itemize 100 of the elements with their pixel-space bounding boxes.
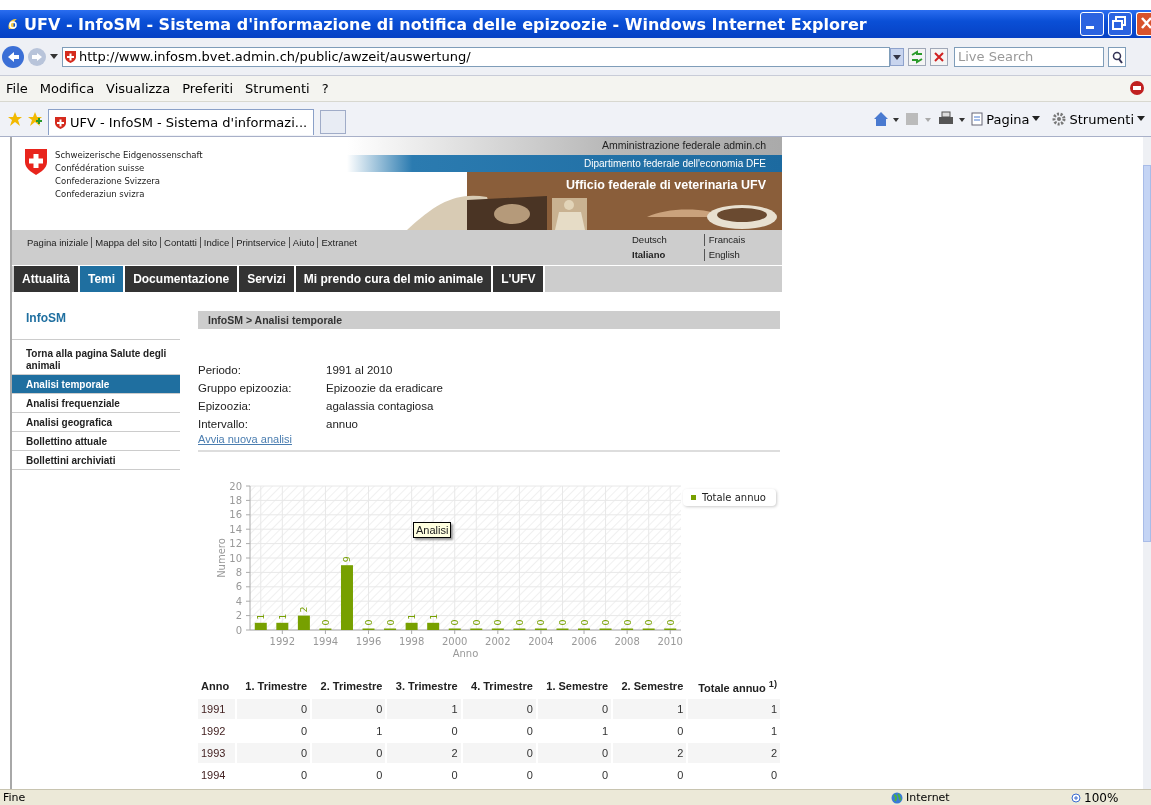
column-header: 2. Trimestre bbox=[319, 678, 384, 694]
breadcrumb: InfoSM > Analisi temporale bbox=[198, 311, 780, 329]
table-cell: 0 bbox=[462, 742, 536, 763]
data-label: 0 bbox=[643, 619, 655, 626]
menu-item[interactable]: Strumenti bbox=[245, 81, 310, 96]
department-title: Dipartimento federale dell'economia DFE bbox=[347, 155, 782, 172]
plugin-icon[interactable] bbox=[1129, 80, 1145, 96]
home-icon[interactable] bbox=[873, 111, 900, 127]
office-title: Ufficio federale di veterinaria UFV bbox=[565, 178, 766, 192]
sidebar-item[interactable]: Analisi geografica bbox=[12, 413, 180, 432]
printer-icon[interactable] bbox=[937, 111, 966, 127]
sidebar-item[interactable]: Analisi temporale bbox=[12, 375, 180, 394]
federation-name: Confederaziun svizra bbox=[55, 188, 146, 201]
page-menu[interactable]: Pagina bbox=[971, 111, 1041, 127]
scrollbar[interactable] bbox=[1143, 137, 1151, 789]
nav-tab[interactable]: Documentazione bbox=[125, 266, 240, 292]
sidebar-item[interactable]: Bollettino attuale bbox=[12, 432, 180, 451]
data-label: 1 bbox=[276, 613, 288, 620]
service-link[interactable]: Indice bbox=[200, 236, 234, 248]
table-cell-text: 0 bbox=[600, 767, 610, 783]
data-label: 2 bbox=[298, 606, 310, 613]
data-label: 0 bbox=[492, 619, 504, 626]
address-field[interactable]: http://www.infosm.bvet.admin.ch/public/awzeit/auswertung/ bbox=[62, 46, 890, 67]
service-link[interactable]: Extranet bbox=[318, 236, 360, 248]
star-icon[interactable] bbox=[8, 112, 22, 126]
table-cell: 0 bbox=[312, 742, 386, 763]
data-label: 9 bbox=[341, 556, 353, 563]
menu-item[interactable]: Modifica bbox=[39, 81, 95, 96]
table-cell: 0 bbox=[236, 698, 311, 719]
nav-tab[interactable]: L'UFV bbox=[493, 266, 546, 292]
dropdown-button[interactable] bbox=[890, 47, 904, 66]
zoom-control[interactable]: 100% bbox=[1071, 790, 1119, 805]
search-button[interactable] bbox=[1108, 46, 1126, 67]
table-cell: 0 bbox=[312, 698, 386, 719]
menu-item[interactable]: ? bbox=[321, 81, 329, 96]
table-cell-text: 0 bbox=[676, 767, 685, 783]
axis-tick-label: 2006 bbox=[571, 636, 597, 647]
minimize-button[interactable] bbox=[1080, 12, 1104, 36]
menu-item[interactable]: File bbox=[6, 81, 28, 96]
caret-icon bbox=[1137, 116, 1145, 122]
field-value: agalassia contagiosa bbox=[326, 399, 435, 414]
table-cell: 1993 bbox=[198, 742, 235, 763]
table-cell-text: 0 bbox=[769, 767, 778, 783]
data-label: 0 bbox=[664, 619, 676, 626]
data-label: 1 bbox=[255, 613, 267, 620]
sidebar-item[interactable]: Analisi frequenziale bbox=[12, 394, 180, 413]
add-favorite-icon[interactable] bbox=[28, 112, 42, 126]
new-analysis-link[interactable]: Avvia nuova analisi bbox=[198, 433, 292, 445]
history-caret-icon[interactable] bbox=[50, 53, 58, 60]
service-link[interactable]: Pagina iniziale bbox=[27, 236, 93, 248]
language-link[interactable]: English bbox=[704, 249, 782, 261]
service-link[interactable]: Printservice bbox=[233, 236, 290, 248]
column-header: Totale annuo $^{1)}$ bbox=[697, 678, 778, 696]
axis-tick-label: 1992 bbox=[269, 636, 296, 647]
swiss-cross-logo bbox=[25, 149, 47, 175]
tools-menu[interactable]: Strumenti bbox=[1052, 111, 1145, 127]
browser-tab[interactable]: UFV - InfoSM - Sistema d'informazi... bbox=[48, 109, 315, 135]
search-field[interactable]: Live Search bbox=[954, 46, 1104, 67]
axis-tick-label: 2 bbox=[235, 610, 242, 622]
sidebar-title: InfoSM bbox=[12, 311, 180, 340]
data-label: 0 bbox=[363, 619, 374, 626]
menu-item[interactable]: Preferiti bbox=[182, 81, 234, 96]
browser-logo-icon bbox=[6, 16, 20, 32]
back-button[interactable] bbox=[2, 45, 24, 68]
table-cell: 0 bbox=[537, 698, 612, 719]
data-label: 0 bbox=[556, 619, 568, 626]
table-cell: 1 bbox=[688, 698, 780, 719]
data-label: 0 bbox=[578, 619, 590, 626]
page-icon bbox=[971, 112, 984, 126]
table-cell: 0 bbox=[236, 742, 311, 763]
table-cell: 1 bbox=[613, 698, 687, 719]
service-link[interactable]: Aiuto bbox=[289, 236, 319, 248]
language-link[interactable]: Italiano bbox=[632, 249, 705, 261]
data-label: 0 bbox=[384, 619, 396, 626]
bar bbox=[276, 622, 289, 630]
nav-tab[interactable]: Attualità bbox=[14, 266, 80, 292]
table-cell-text: 0 bbox=[450, 723, 459, 739]
nav-tab[interactable]: Temi bbox=[80, 266, 126, 292]
close-button[interactable] bbox=[1136, 12, 1151, 36]
sidebar-item[interactable]: Bollettini archiviati bbox=[12, 451, 180, 470]
menu-item[interactable]: Visualizza bbox=[106, 81, 171, 96]
field-label: Epizoozia: bbox=[198, 399, 253, 414]
table-cell-text: 0 bbox=[299, 767, 309, 783]
scrollbar-thumb[interactable] bbox=[1143, 165, 1151, 542]
nav-tab[interactable]: Mi prendo cura del mio animale bbox=[295, 266, 494, 292]
service-link[interactable]: Contatti bbox=[161, 236, 201, 248]
stop-button[interactable] bbox=[930, 47, 948, 66]
language-link[interactable]: Deutsch bbox=[632, 234, 705, 246]
bar bbox=[254, 622, 267, 630]
axis-tick-label: 2002 bbox=[485, 636, 511, 647]
axis-tick-label: 0 bbox=[235, 624, 242, 636]
maximize-button[interactable] bbox=[1108, 12, 1132, 36]
refresh-icon bbox=[909, 48, 925, 65]
window-title: UFV - InfoSM - Sistema d'informazione di notifica delle epizoozie - Windows Internet Explorer bbox=[24, 14, 868, 34]
table-cell-text: 1 bbox=[769, 723, 778, 739]
nav-tab[interactable]: Servizi bbox=[239, 266, 296, 292]
zoom-icon bbox=[1071, 792, 1081, 803]
federation-name: Schweizerische Eidgenossenschaft bbox=[55, 149, 203, 162]
service-link[interactable]: Mappa del sito bbox=[92, 236, 162, 248]
language-link[interactable]: Francais bbox=[704, 234, 782, 246]
